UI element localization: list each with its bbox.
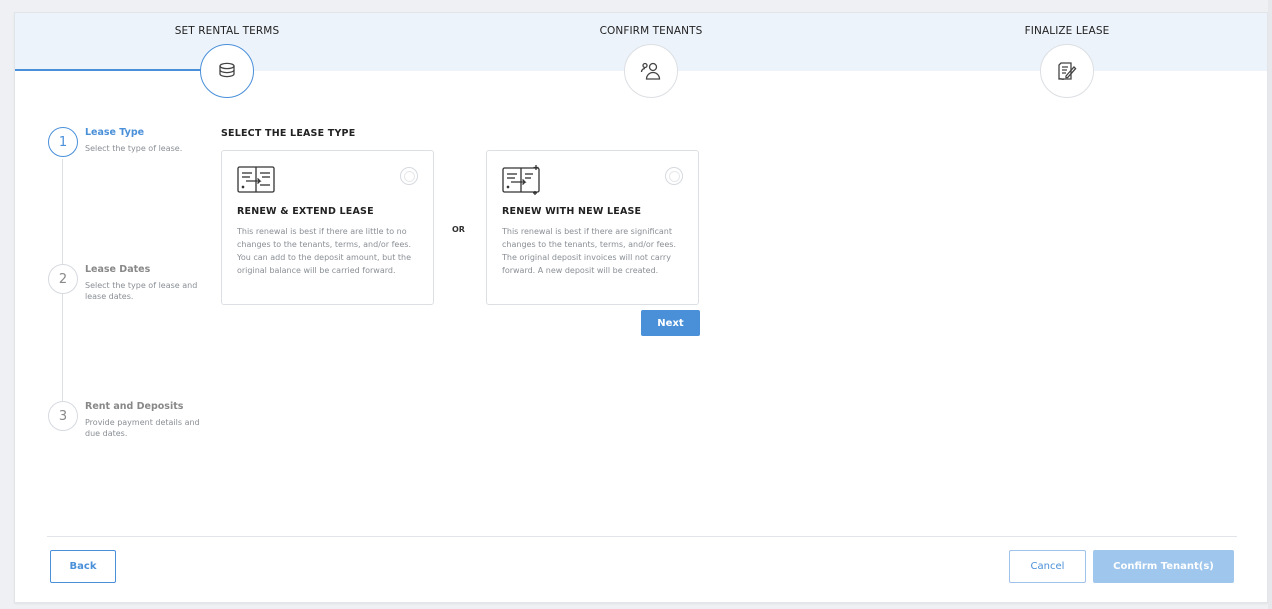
or-separator: OR <box>452 225 465 234</box>
option-renew-extend-lease[interactable]: RENEW & EXTEND LEASE This renewal is bes… <box>221 150 434 305</box>
window-edge <box>1268 0 1272 609</box>
option-title: RENEW WITH NEW LEASE <box>502 206 642 217</box>
coins-icon <box>200 44 254 98</box>
next-button[interactable]: Next <box>641 310 700 336</box>
substep-title: Lease Type <box>85 127 145 138</box>
substep-title: Rent and Deposits <box>85 401 184 412</box>
option-description: This renewal is best if there are signif… <box>502 227 676 275</box>
lease-substeps: 1 Lease Type Select the type of lease. 2… <box>47 127 217 447</box>
option-title: RENEW & EXTEND LEASE <box>237 206 374 217</box>
option-description: This renewal is best if there are little… <box>237 227 412 275</box>
substep-lease-dates[interactable]: 2 Lease Dates Select the type of lease a… <box>47 264 217 324</box>
option-radio[interactable] <box>400 167 418 185</box>
option-radio[interactable] <box>665 167 683 185</box>
lease-extend-icon <box>237 166 275 193</box>
wizard-step-set-rental-terms[interactable]: SET RENTAL TERMS <box>97 13 357 98</box>
wizard-step-label: CONFIRM TENANTS <box>599 25 703 37</box>
substep-number: 3 <box>48 401 78 431</box>
lease-type-heading: SELECT THE LEASE TYPE <box>221 128 356 139</box>
substep-number: 2 <box>48 264 78 294</box>
substep-description: Provide payment details and due dates. <box>85 418 200 438</box>
option-renew-new-lease[interactable]: RENEW WITH NEW LEASE This renewal is bes… <box>486 150 699 305</box>
substep-number: 1 <box>48 127 78 157</box>
back-button[interactable]: Back <box>50 550 116 583</box>
substep-description: Select the type of lease. <box>85 144 183 153</box>
user-group-icon <box>624 44 678 98</box>
wizard-step-label: FINALIZE LEASE <box>1024 25 1110 37</box>
substep-title: Lease Dates <box>85 264 151 275</box>
substep-lease-type[interactable]: 1 Lease Type Select the type of lease. <box>47 127 217 187</box>
lease-renewal-wizard: SET RENTAL TERMS CONFIRM TENANTS FINALIZ… <box>14 12 1268 603</box>
substep-description: Select the type of lease and lease dates… <box>85 281 198 301</box>
footer-divider <box>47 536 1237 537</box>
wizard-step-finalize-lease[interactable]: FINALIZE LEASE <box>937 13 1197 98</box>
lease-new-icon <box>502 165 540 195</box>
wizard-step-label: SET RENTAL TERMS <box>174 25 280 37</box>
substep-rent-and-deposits[interactable]: 3 Rent and Deposits Provide payment deta… <box>47 401 217 461</box>
confirm-tenants-button[interactable]: Confirm Tenant(s) <box>1093 550 1234 583</box>
cancel-button[interactable]: Cancel <box>1009 550 1086 583</box>
wizard-progress-bar <box>15 69 201 71</box>
signed-document-icon <box>1040 44 1094 98</box>
wizard-step-confirm-tenants[interactable]: CONFIRM TENANTS <box>521 13 781 98</box>
